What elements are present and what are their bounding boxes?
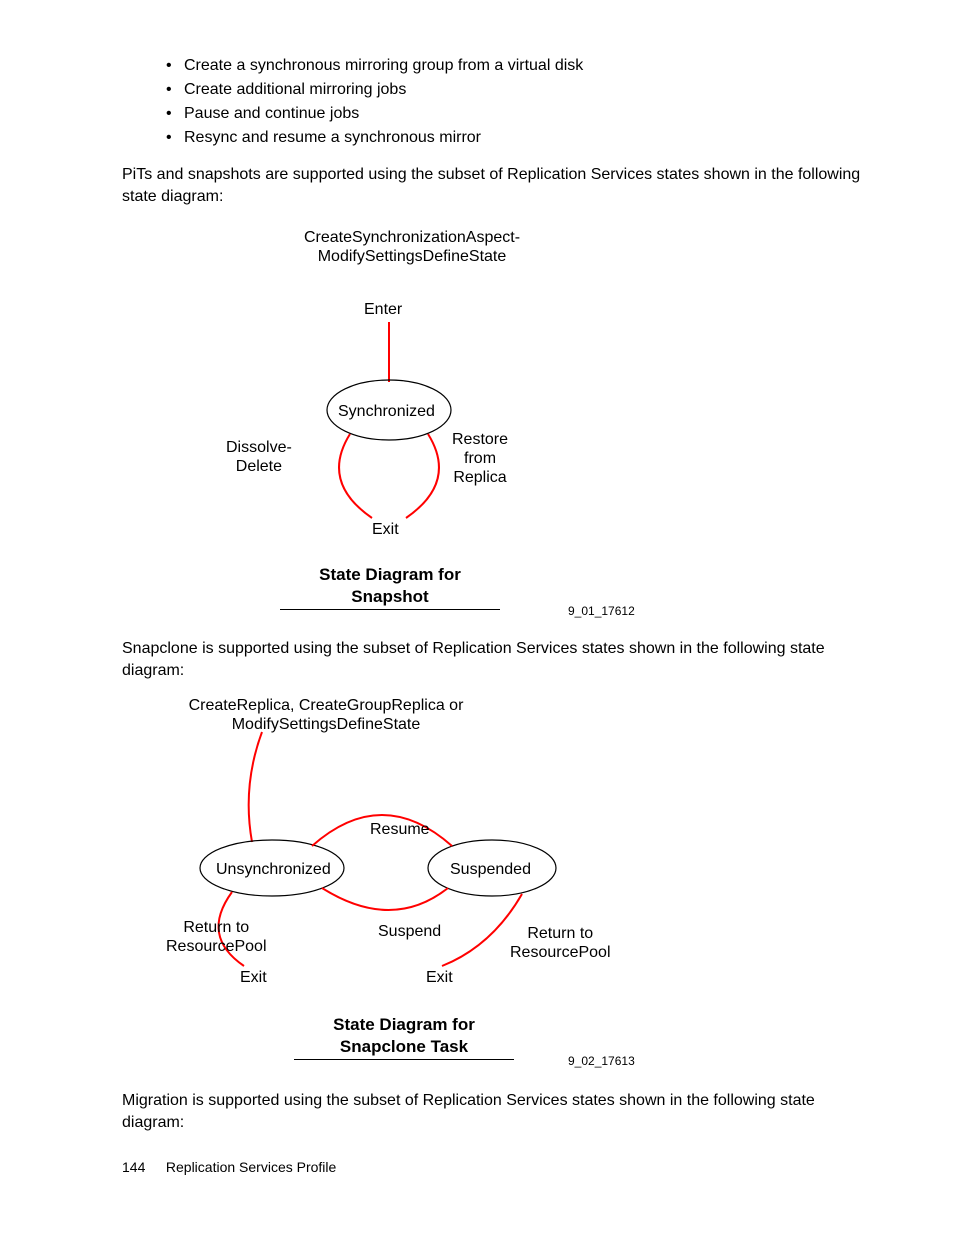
figure-id: 9_01_17612 xyxy=(568,602,635,621)
diagram-headline: CreateSynchronizationAspect- ModifySetti… xyxy=(282,228,542,266)
label-return-right: Return to ResourcePool xyxy=(510,924,611,962)
state-diagram-snapshot: CreateSynchronizationAspect- ModifySetti… xyxy=(122,222,864,622)
bullet-list: Create a synchronous mirroring group fro… xyxy=(122,54,864,150)
paragraph: Migration is supported using the subset … xyxy=(122,1090,864,1134)
list-item: Pause and continue jobs xyxy=(168,102,864,126)
figure-id: 9_02_17613 xyxy=(568,1052,635,1071)
label-exit: Exit xyxy=(372,520,399,539)
list-item: Resync and resume a synchronous mirror xyxy=(168,126,864,150)
state-unsynchronized: Unsynchronized xyxy=(216,860,331,879)
diagram-headline: CreateReplica, CreateGroupReplica or Mod… xyxy=(156,696,496,734)
diagram-title: State Diagram for Snapclone Task xyxy=(294,1014,514,1060)
paragraph: PiTs and snapshots are supported using t… xyxy=(122,164,864,208)
section-title: Replication Services Profile xyxy=(166,1159,336,1175)
list-item: Create a synchronous mirroring group fro… xyxy=(168,54,864,78)
diagram-title: State Diagram for Snapshot xyxy=(280,564,500,610)
label-return-left: Return to ResourcePool xyxy=(166,918,267,956)
page-footer: 144 Replication Services Profile xyxy=(122,1159,336,1175)
label-exit-right: Exit xyxy=(426,968,453,987)
label-enter: Enter xyxy=(364,300,402,319)
label-exit-left: Exit xyxy=(240,968,267,987)
label-resume: Resume xyxy=(370,820,430,839)
paragraph: Snapclone is supported using the subset … xyxy=(122,638,864,682)
list-item: Create additional mirroring jobs xyxy=(168,78,864,102)
diagram-svg xyxy=(122,222,864,622)
label-dissolve-delete: Dissolve- Delete xyxy=(226,438,292,476)
label-suspend: Suspend xyxy=(378,922,441,941)
state-diagram-snapclone: CreateReplica, CreateGroupReplica or Mod… xyxy=(122,696,864,1074)
page-number: 144 xyxy=(122,1159,162,1175)
label-restore-from-replica: Restore from Replica xyxy=(452,430,508,487)
state-suspended: Suspended xyxy=(450,860,531,879)
state-synchronized: Synchronized xyxy=(338,402,435,421)
